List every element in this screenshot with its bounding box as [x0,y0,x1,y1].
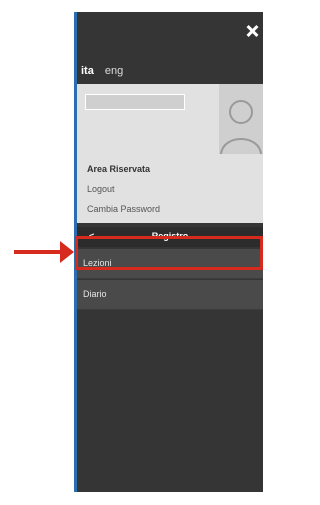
highlight-box [75,236,263,270]
close-icon[interactable] [245,24,259,38]
logout-link[interactable]: Logout [87,184,115,194]
user-name-placeholder [85,94,185,110]
user-card: Area Riservata Logout Cambia Password [77,84,263,223]
lang-eng[interactable]: eng [105,65,123,77]
menu-item-diario[interactable]: Diario [77,280,263,310]
lang-ita[interactable]: ita [81,65,94,77]
language-switch: ita eng [81,65,131,77]
area-riservata-title: Area Riservata [87,164,151,174]
change-password-link[interactable]: Cambia Password [87,204,160,214]
avatar-icon [219,84,263,154]
arrowhead-icon [60,241,74,263]
